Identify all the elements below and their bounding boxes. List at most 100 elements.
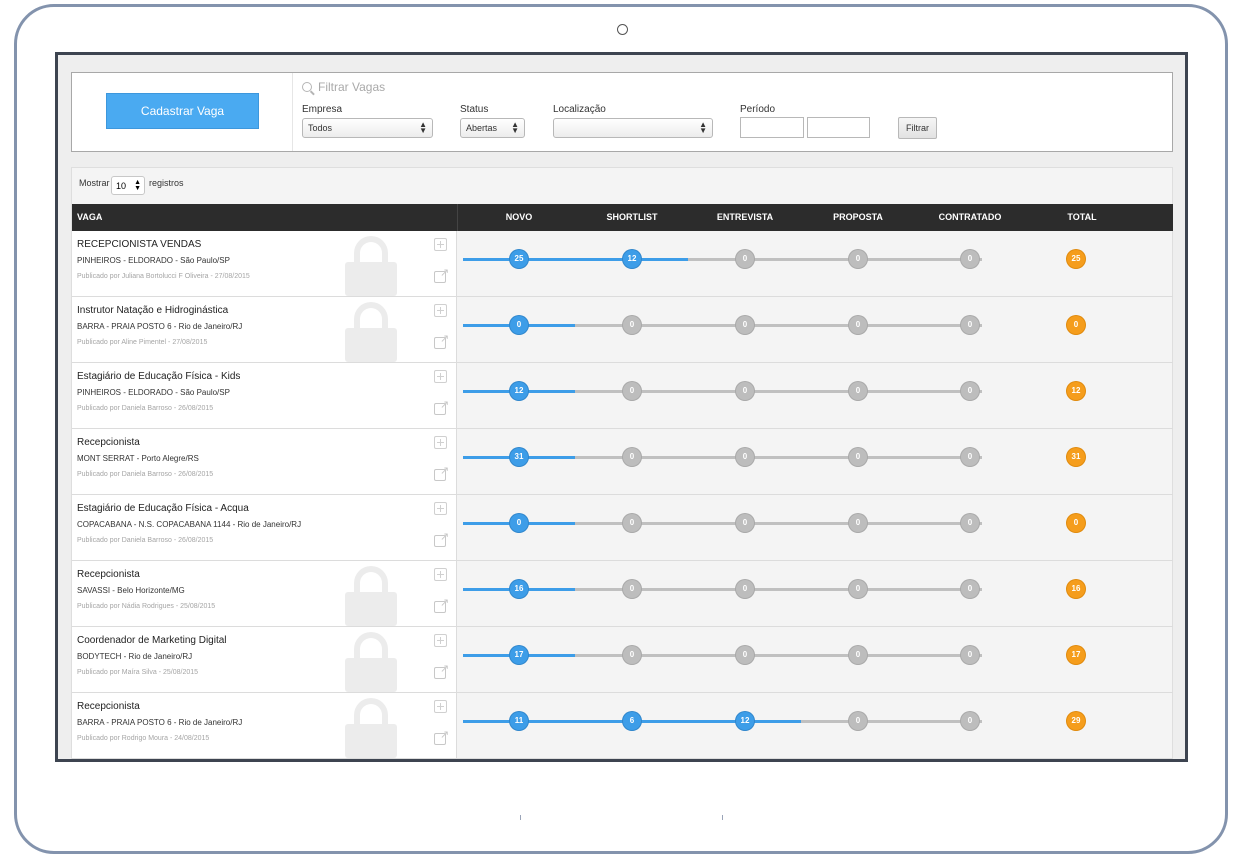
external-link-icon[interactable]: ↗	[434, 532, 449, 547]
stage-shortlist-count[interactable]: 0	[623, 514, 641, 532]
filtrar-button[interactable]: Filtrar	[898, 117, 937, 139]
vaga-cell: Estagiário de Educação Física - Kids PINH…	[72, 363, 457, 428]
column-header-total[interactable]: TOTAL	[1032, 212, 1132, 222]
plus-icon[interactable]	[434, 238, 447, 251]
plus-icon[interactable]	[434, 370, 447, 383]
vaga-title[interactable]: Estagiário de Educação Física - Kids	[77, 371, 240, 382]
vaga-title[interactable]: RECEPCIONISTA VENDAS	[77, 239, 201, 250]
vaga-title[interactable]: Coordenador de Marketing Digital	[77, 635, 227, 646]
stage-novo-count[interactable]: 0	[510, 514, 528, 532]
external-link-icon[interactable]: ↗	[434, 664, 449, 679]
stage-entrevista-count[interactable]: 0	[736, 448, 754, 466]
table-row[interactable]: Instrutor Natação e Hidroginástica BARRA …	[72, 297, 1173, 363]
stage-novo-count[interactable]: 25	[510, 250, 528, 268]
stage-novo-count[interactable]: 16	[510, 580, 528, 598]
vaga-title[interactable]: Estagiário de Educação Física - Acqua	[77, 503, 249, 514]
stage-contratado-count[interactable]: 0	[961, 250, 979, 268]
stage-entrevista-count[interactable]: 0	[736, 250, 754, 268]
external-link-icon[interactable]: ↗	[434, 730, 449, 745]
stage-shortlist-count[interactable]: 0	[623, 448, 641, 466]
table-row[interactable]: Coordenador de Marketing Digital BODYTECH…	[72, 627, 1173, 693]
plus-icon[interactable]	[434, 700, 447, 713]
localizacao-select[interactable]: ▲ ▼	[553, 118, 713, 138]
column-header-entrevista[interactable]: ENTREVISTA	[695, 212, 795, 222]
vaga-title[interactable]: Recepcionista	[77, 701, 140, 712]
stage-proposta-count[interactable]: 0	[849, 712, 867, 730]
stage-entrevista-count[interactable]: 0	[736, 646, 754, 664]
stage-shortlist-count[interactable]: 6	[623, 712, 641, 730]
plus-icon[interactable]	[434, 502, 447, 515]
filter-bar: Cadastrar Vaga Filtrar Vagas Empresa Tod…	[71, 72, 1173, 152]
stage-proposta-count[interactable]: 0	[849, 580, 867, 598]
external-link-icon[interactable]: ↗	[434, 334, 449, 349]
stage-shortlist-count[interactable]: 0	[623, 646, 641, 664]
stage-contratado-count[interactable]: 0	[961, 514, 979, 532]
vaga-cell: Recepcionista BARRA - PRAIA POSTO 6 - Rio…	[72, 693, 457, 758]
stage-proposta-count[interactable]: 0	[849, 448, 867, 466]
periodo-start-input[interactable]	[740, 117, 804, 138]
periodo-end-input[interactable]	[807, 117, 870, 138]
table-header: VAGA NOVO SHORTLIST ENTREVISTA PROPOSTA …	[72, 204, 1173, 231]
vaga-cell: Recepcionista SAVASSI - Belo Horizonte/MG…	[72, 561, 457, 626]
stage-novo-count[interactable]: 31	[510, 448, 528, 466]
column-header-vaga[interactable]: VAGA	[77, 212, 102, 222]
stage-novo-count[interactable]: 0	[510, 316, 528, 334]
localizacao-label: Localização	[553, 104, 606, 115]
plus-icon[interactable]	[434, 304, 447, 317]
vaga-title[interactable]: Instrutor Natação e Hidroginástica	[77, 305, 228, 316]
stage-contratado-count[interactable]: 0	[961, 580, 979, 598]
table-row[interactable]: Estagiário de Educação Física - Acqua COP…	[72, 495, 1173, 561]
lock-icon	[345, 632, 397, 692]
table-row[interactable]: Recepcionista MONT SERRAT - Porto Alegre/…	[72, 429, 1173, 495]
stage-contratado-count[interactable]: 0	[961, 646, 979, 664]
stage-shortlist-count[interactable]: 0	[623, 316, 641, 334]
table-row[interactable]: Estagiário de Educação Física - Kids PINH…	[72, 363, 1173, 429]
stage-contratado-count[interactable]: 0	[961, 316, 979, 334]
stage-entrevista-count[interactable]: 0	[736, 514, 754, 532]
stage-novo-count[interactable]: 11	[510, 712, 528, 730]
periodo-label: Período	[740, 104, 776, 115]
stage-proposta-count[interactable]: 0	[849, 646, 867, 664]
stage-novo-count[interactable]: 12	[510, 382, 528, 400]
stage-entrevista-count[interactable]: 0	[736, 382, 754, 400]
stage-entrevista-count[interactable]: 12	[736, 712, 754, 730]
stage-proposta-count[interactable]: 0	[849, 316, 867, 334]
vaga-location: BODYTECH - Rio de Janeiro/RJ	[77, 652, 193, 661]
stage-proposta-count[interactable]: 0	[849, 250, 867, 268]
plus-icon[interactable]	[434, 436, 447, 449]
stage-novo-count[interactable]: 17	[510, 646, 528, 664]
external-link-icon[interactable]: ↗	[434, 400, 449, 415]
stage-shortlist-count[interactable]: 0	[623, 382, 641, 400]
stage-proposta-count[interactable]: 0	[849, 382, 867, 400]
plus-icon[interactable]	[434, 568, 447, 581]
column-header-shortlist[interactable]: SHORTLIST	[582, 212, 682, 222]
stage-shortlist-count[interactable]: 12	[623, 250, 641, 268]
column-header-proposta[interactable]: PROPOSTA	[808, 212, 908, 222]
page-size-select[interactable]: 10 ▲ ▼	[111, 176, 145, 195]
external-link-icon[interactable]: ↗	[434, 268, 449, 283]
vaga-title[interactable]: Recepcionista	[77, 437, 140, 448]
table-row[interactable]: Recepcionista SAVASSI - Belo Horizonte/MG…	[72, 561, 1173, 627]
vaga-location: BARRA - PRAIA POSTO 6 - Rio de Janeiro/R…	[77, 322, 243, 331]
stage-entrevista-count[interactable]: 0	[736, 316, 754, 334]
stage-proposta-count[interactable]: 0	[849, 514, 867, 532]
frame-mark	[722, 815, 723, 820]
column-header-novo[interactable]: NOVO	[469, 212, 569, 222]
external-link-icon[interactable]: ↗	[434, 598, 449, 613]
total-count: 16	[1067, 580, 1085, 598]
cadastrar-vaga-button[interactable]: Cadastrar Vaga	[106, 93, 259, 129]
stage-entrevista-count[interactable]: 0	[736, 580, 754, 598]
stage-shortlist-count[interactable]: 0	[623, 580, 641, 598]
table-row[interactable]: RECEPCIONISTA VENDAS PINHEIROS - ELDORADO…	[72, 231, 1173, 297]
column-header-contratado[interactable]: CONTRATADO	[920, 212, 1020, 222]
stage-contratado-count[interactable]: 0	[961, 382, 979, 400]
stage-contratado-count[interactable]: 0	[961, 448, 979, 466]
table-body: RECEPCIONISTA VENDAS PINHEIROS - ELDORADO…	[72, 231, 1173, 759]
stage-contratado-count[interactable]: 0	[961, 712, 979, 730]
status-select[interactable]: Abertas ▲ ▼	[460, 118, 525, 138]
table-row[interactable]: Recepcionista BARRA - PRAIA POSTO 6 - Rio…	[72, 693, 1173, 759]
vaga-title[interactable]: Recepcionista	[77, 569, 140, 580]
external-link-icon[interactable]: ↗	[434, 466, 449, 481]
empresa-select[interactable]: Todos ▲ ▼	[302, 118, 433, 138]
plus-icon[interactable]	[434, 634, 447, 647]
